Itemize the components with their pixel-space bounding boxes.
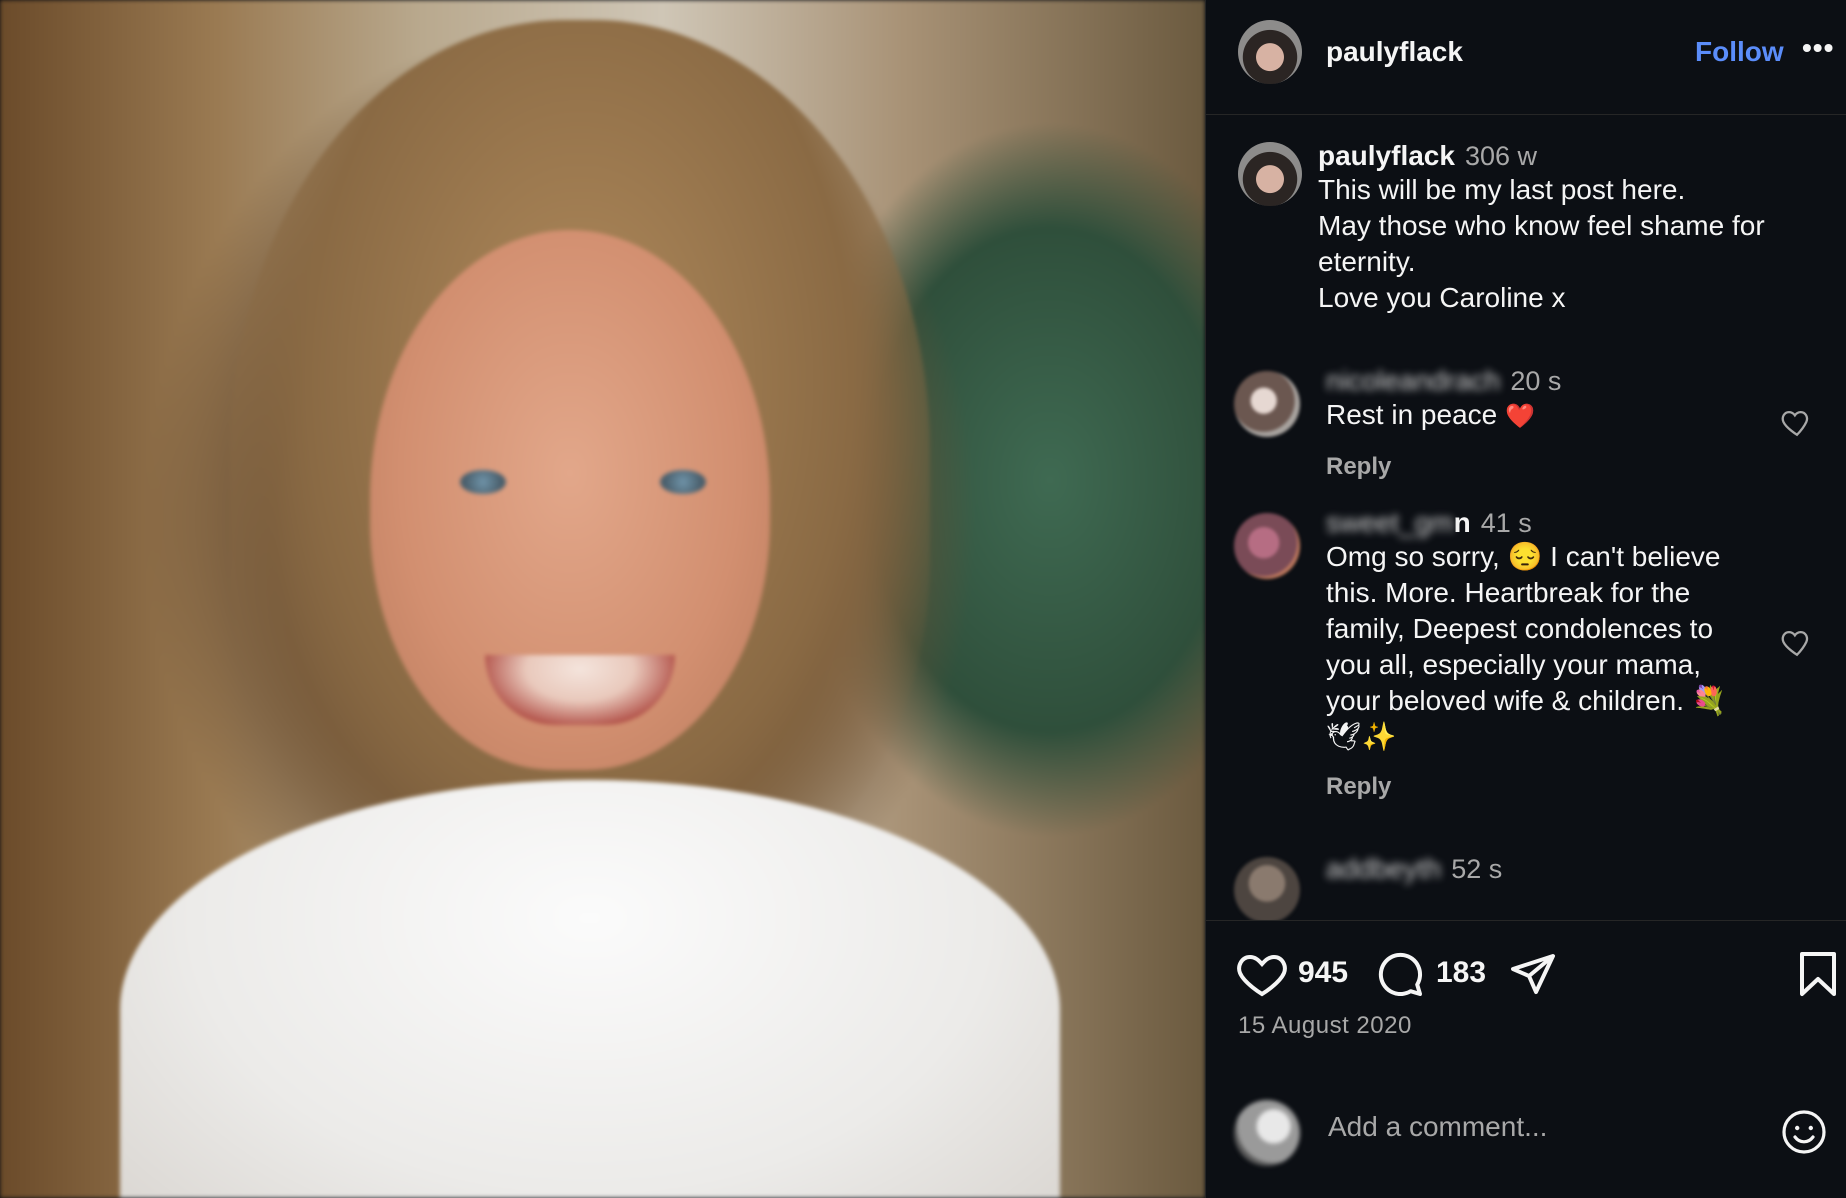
comment-count[interactable]: 183 bbox=[1436, 956, 1486, 990]
like-count[interactable]: 945 bbox=[1298, 956, 1348, 990]
comment-time[interactable]: 41 s bbox=[1481, 508, 1532, 538]
post-side-panel: paulyflack Follow ••• paulyflack 306 w Th… bbox=[1206, 0, 1846, 1198]
like-comment-heart-icon[interactable] bbox=[1780, 625, 1814, 659]
comment-time[interactable]: 20 s bbox=[1510, 366, 1561, 396]
actions-divider bbox=[1206, 920, 1846, 921]
follow-button[interactable]: Follow bbox=[1695, 36, 1784, 68]
post-photo[interactable] bbox=[0, 0, 1205, 1198]
like-comment-heart-icon[interactable] bbox=[1780, 405, 1814, 439]
like-heart-icon[interactable] bbox=[1236, 950, 1288, 998]
caption-time[interactable]: 306 w bbox=[1465, 141, 1537, 171]
share-icon[interactable] bbox=[1509, 950, 1557, 998]
caption-username[interactable]: paulyflack bbox=[1318, 140, 1455, 171]
comment-text: Omg so sorry, 😔 I can't believe this. Mo… bbox=[1326, 541, 1727, 752]
post-header: paulyflack Follow ••• bbox=[1206, 0, 1846, 115]
commenter-username[interactable]: addbeyth bbox=[1326, 853, 1441, 885]
commenter-username[interactable]: sweet_gm bbox=[1326, 507, 1454, 539]
comments-scroll[interactable]: paulyflack 306 w This will be my last pos… bbox=[1206, 115, 1846, 920]
photo-dress bbox=[120, 780, 1060, 1198]
comment-icon[interactable] bbox=[1376, 950, 1424, 998]
caption-line: May those who know feel shame for eterni… bbox=[1318, 210, 1765, 277]
comment-time[interactable]: 52 s bbox=[1451, 854, 1502, 884]
commenter-username[interactable]: nicoleandrach bbox=[1326, 365, 1500, 397]
post-date: 15 August 2020 bbox=[1238, 1012, 1412, 1039]
commenter-avatar[interactable] bbox=[1234, 513, 1300, 579]
author-avatar[interactable] bbox=[1238, 20, 1302, 84]
photo-eye-left bbox=[460, 470, 506, 494]
comment-text: Rest in peace ❤️ bbox=[1326, 397, 1726, 435]
bookmark-icon[interactable] bbox=[1798, 950, 1838, 998]
red-heart-emoji: ❤️ bbox=[1505, 403, 1535, 430]
commenter-avatar[interactable] bbox=[1234, 857, 1300, 920]
reply-button[interactable]: Reply bbox=[1326, 453, 1726, 481]
current-user-avatar bbox=[1234, 1100, 1300, 1166]
caption-line: This will be my last post here. bbox=[1318, 174, 1686, 205]
commenter-username-tail[interactable]: n bbox=[1454, 507, 1471, 538]
author-username[interactable]: paulyflack bbox=[1326, 36, 1463, 68]
caption-line: Love you Caroline x bbox=[1318, 282, 1566, 313]
add-comment-input[interactable] bbox=[1326, 1110, 1770, 1144]
more-icon[interactable]: ••• bbox=[1802, 32, 1834, 64]
caption-avatar[interactable] bbox=[1238, 142, 1302, 206]
reply-button[interactable]: Reply bbox=[1326, 773, 1746, 801]
commenter-avatar[interactable] bbox=[1234, 371, 1300, 437]
photo-eye-right bbox=[660, 470, 706, 494]
comment-text-body: Rest in peace bbox=[1326, 399, 1498, 430]
emoji-icon[interactable] bbox=[1780, 1108, 1828, 1156]
